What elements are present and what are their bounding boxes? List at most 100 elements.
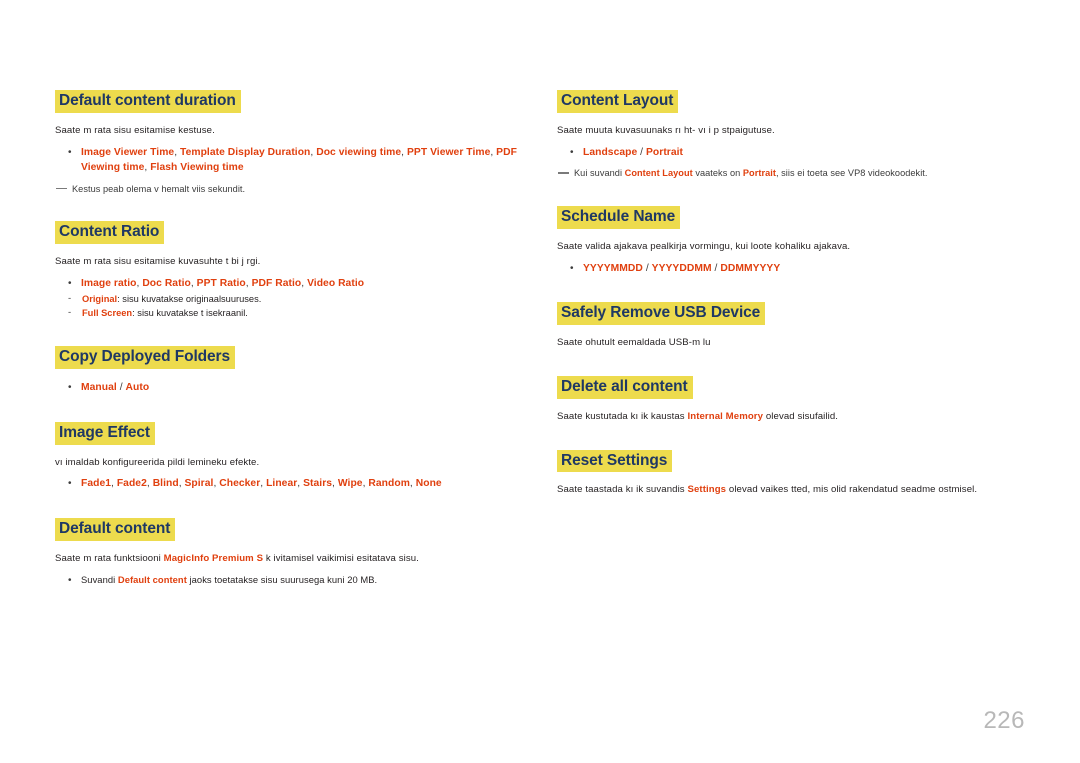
section-heading-text: Safely Remove USB Device — [557, 302, 766, 325]
section-schedule-name: Schedule Name Saate valida ajakava pealk… — [557, 206, 1040, 276]
intro-text-post: olevad sisufailid. — [763, 410, 839, 422]
bullet-marker: • — [570, 146, 574, 158]
note-text-post: , siis ei toeta see VP8 videokoodekit. — [775, 168, 928, 179]
option-term: Original — [82, 293, 118, 304]
intro-text-pre: Saate m rata funktsiooni — [55, 552, 164, 564]
note-term: Content Layout — [624, 168, 693, 179]
option-description: : sisu kuvatakse originaalsuuruses. — [117, 293, 262, 304]
list-item: • Suvandi Default content jaoks toetatak… — [55, 573, 520, 587]
list-item: • Image ratio, Doc Ratio, PPT Ratio, PDF… — [68, 278, 365, 290]
intro-text-pre: Saate taastada kı ik suvandis — [557, 484, 688, 496]
option-term: Random — [368, 478, 410, 490]
section-intro-text: Saate taastada kı ik suvandis Settings o… — [557, 483, 1040, 497]
intro-term: Settings — [687, 484, 727, 496]
note-text-pre: Kui suvandi — [574, 168, 625, 179]
note-line: Kestus peab olema v hemalt viis sekundit… — [55, 183, 520, 196]
option-list: • Manual / Auto — [55, 380, 520, 395]
option-term: Default content — [117, 573, 187, 585]
intro-term: MagicInfo Premium S — [163, 552, 264, 564]
section-heading-text: Image Effect — [55, 421, 155, 445]
intro-term: Internal Memory — [687, 410, 764, 422]
section-heading: Copy Deployed Folders — [55, 346, 520, 370]
right-column: Content Layout Saate muuta kuvasuunaks r… — [545, 90, 1080, 497]
option-list: • Image ratio, Doc Ratio, PPT Ratio, PDF… — [55, 276, 520, 291]
section-reset-settings: Reset Settings Saate taastada kı ik suva… — [557, 449, 1040, 498]
option-separator: / — [714, 262, 718, 274]
bullet-marker: • — [68, 278, 72, 290]
section-heading-text: Content Layout — [557, 90, 679, 113]
note-text-mid: vaateks on — [692, 168, 743, 179]
section-heading-text: Copy Deployed Folders — [55, 346, 236, 370]
bullet-marker: • — [570, 262, 574, 274]
note-text: Kestus peab olema v hemalt viis sekundit… — [72, 183, 246, 194]
sub-option-list: - Original: sisu kuvatakse originaalsuur… — [55, 292, 520, 321]
list-item: - Original: sisu kuvatakse originaalsuur… — [55, 292, 520, 306]
bullet-marker: • — [68, 478, 72, 490]
sub-bullet-marker: - — [68, 292, 72, 304]
option-separator: / — [640, 146, 644, 158]
option-term: YYYYDDMM — [651, 262, 712, 274]
note-term: Portrait — [742, 168, 776, 179]
section-heading: Image Effect — [55, 421, 520, 445]
list-item: • Manual / Auto — [55, 380, 520, 395]
option-list: • Fade1, Fade2, Blind, Spiral, Checker, … — [55, 476, 520, 491]
list-item: • Fade1, Fade2, Blind, Spiral, Checker, … — [68, 478, 442, 490]
option-term: Video Ratio — [307, 278, 365, 290]
section-content-layout: Content Layout Saate muuta kuvasuunaks r… — [557, 90, 1040, 180]
page-number: 226 — [983, 707, 1025, 734]
option-description: : sisu kuvatakse t isekraanil. — [132, 308, 248, 319]
option-term: Flash Viewing time — [150, 162, 244, 174]
section-heading: Default content — [55, 517, 520, 541]
section-default-content: Default content Saate m rata funktsiooni… — [55, 517, 520, 587]
option-list: • Landscape / Portrait — [557, 145, 1040, 160]
option-list: • Image Viewer Time, Template Display Du… — [55, 145, 520, 176]
list-item: - Full Screen: sisu kuvatakse t isekraan… — [55, 306, 520, 320]
option-term: Landscape — [583, 146, 638, 158]
list-item: • Landscape / Portrait — [557, 145, 1040, 160]
option-term: None — [415, 478, 442, 490]
section-heading-text: Content Ratio — [55, 221, 165, 245]
section-heading: Delete all content — [557, 375, 1040, 399]
bullet-marker: • — [68, 382, 72, 394]
bullet-text-pre: Suvandi — [81, 573, 118, 585]
option-term: Spiral — [184, 478, 214, 490]
note-line: Kui suvandi Content Layout vaateks on Po… — [557, 167, 1040, 180]
option-term: Doc viewing time — [316, 146, 402, 158]
option-term: Image ratio — [81, 278, 137, 290]
intro-text-pre: Saate kustutada kı ik kaustas — [557, 410, 688, 422]
option-term: Image Viewer Time — [81, 146, 175, 158]
bullet-text-post: jaoks toetatakse sisu suurusega kuni 20 … — [186, 573, 378, 585]
section-heading: Content Layout — [557, 90, 1040, 113]
section-intro-text: Saate m rata funktsiooni MagicInfo Premi… — [55, 552, 520, 566]
section-heading: Safely Remove USB Device — [557, 302, 1040, 325]
left-column: Default content duration Saate m rata si… — [0, 90, 545, 587]
option-term: PDF Ratio — [251, 278, 302, 290]
section-copy-deployed-folders: Copy Deployed Folders • Manual / Auto — [55, 346, 520, 395]
option-list: • Suvandi Default content jaoks toetatak… — [55, 573, 520, 587]
option-separator: / — [645, 262, 649, 274]
two-column-body: Default content duration Saate m rata si… — [0, 90, 1080, 587]
section-heading-text: Delete all content — [557, 375, 693, 399]
section-heading-text: Reset Settings — [557, 449, 673, 473]
option-term: Wipe — [337, 478, 363, 490]
section-heading-text: Default content duration — [55, 90, 241, 113]
bullet-marker: • — [68, 574, 72, 586]
section-image-effect: Image Effect vı imaldab konfigureerida p… — [55, 421, 520, 492]
option-term: Portrait — [646, 146, 684, 158]
note-rule-icon — [558, 172, 569, 174]
section-intro-text: Saate kustutada kı ik kaustas Internal M… — [557, 410, 1040, 424]
section-default-content-duration: Default content duration Saate m rata si… — [55, 90, 520, 195]
section-heading: Content Ratio — [55, 221, 520, 245]
section-heading: Reset Settings — [557, 449, 1040, 473]
section-intro-text: Saate valida ajakava pealkirja vormingu,… — [557, 240, 851, 252]
option-term: PPT Viewer Time — [406, 146, 491, 158]
option-term: Doc Ratio — [142, 278, 191, 290]
document-page: Default content duration Saate m rata si… — [0, 0, 1080, 763]
section-heading-text: Default content — [55, 517, 176, 541]
section-heading: Schedule Name — [557, 206, 1040, 229]
section-content-ratio: Content Ratio Saate m rata sisu esitamis… — [55, 221, 520, 320]
option-term: Checker — [219, 478, 261, 490]
option-separator: / — [119, 382, 123, 394]
option-term: Linear — [266, 478, 298, 490]
section-delete-all-content: Delete all content Saate kustutada kı ik… — [557, 375, 1040, 424]
